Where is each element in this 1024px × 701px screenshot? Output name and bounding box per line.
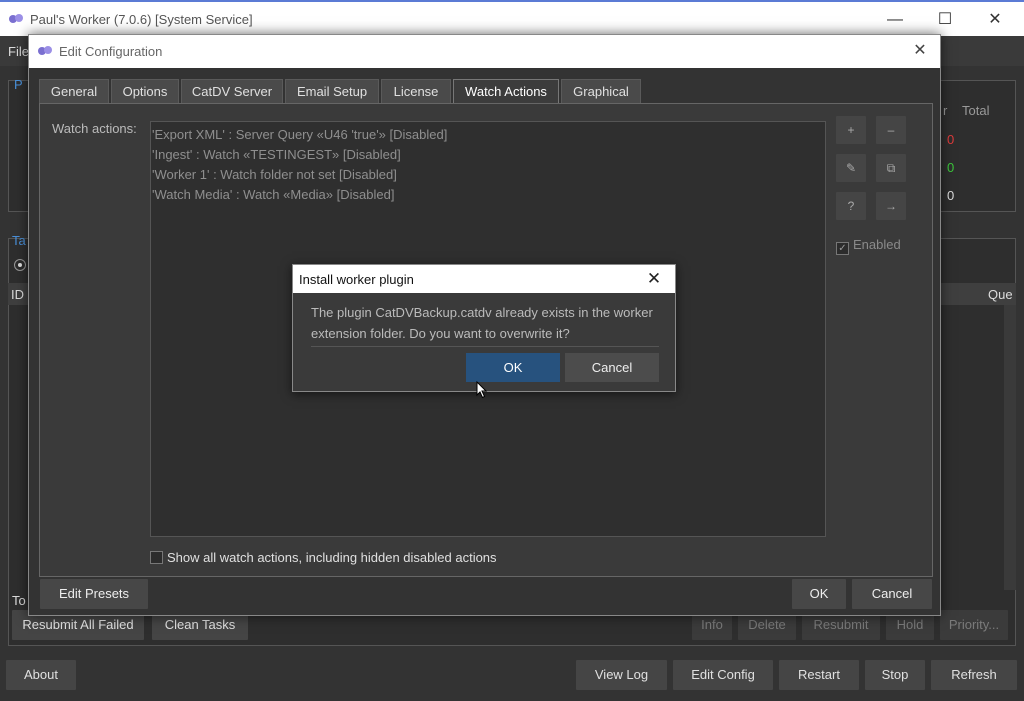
- tasks-radio[interactable]: [14, 259, 26, 271]
- config-cancel-button[interactable]: Cancel: [852, 579, 932, 609]
- success-count: 0: [947, 160, 955, 175]
- show-all-label: Show all watch actions, including hidden…: [167, 550, 497, 565]
- list-item[interactable]: 'Worker 1' : Watch folder not set [Disab…: [151, 165, 825, 185]
- tab-license[interactable]: License: [381, 79, 451, 104]
- priority-button[interactable]: Priority...: [940, 610, 1008, 640]
- tab-email-setup[interactable]: Email Setup: [285, 79, 379, 104]
- catdv-app-icon: [38, 46, 52, 55]
- install-dialog-message: The plugin CatDVBackup.catdv already exi…: [311, 305, 653, 341]
- about-button[interactable]: About: [6, 660, 76, 690]
- watch-actions-label: Watch actions:: [52, 121, 137, 136]
- tab-options[interactable]: Options: [111, 79, 179, 104]
- refresh-button[interactable]: Refresh: [931, 660, 1017, 690]
- main-window-titlebar: Paul's Worker (7.0.6) [System Service] —…: [0, 0, 1024, 36]
- minimize-button[interactable]: —: [872, 6, 918, 34]
- view-log-button[interactable]: View Log: [576, 660, 667, 690]
- config-ok-button[interactable]: OK: [792, 579, 846, 609]
- divider: [311, 346, 659, 347]
- edit-config-button[interactable]: Edit Config: [673, 660, 773, 690]
- install-plugin-dialog: Install worker plugin ✕ The plugin CatDV…: [292, 264, 676, 392]
- list-item[interactable]: 'Export XML' : Server Query «U46 'true'»…: [151, 125, 825, 145]
- tasks-panel-label: Ta: [12, 233, 26, 248]
- tab-general[interactable]: General: [39, 79, 109, 104]
- install-dialog-titlebar: Install worker plugin ✕: [293, 265, 675, 293]
- config-dialog-title: Edit Configuration: [59, 44, 163, 59]
- add-action-button[interactable]: +: [836, 116, 866, 144]
- list-item[interactable]: 'Ingest' : Watch «TESTINGEST» [Disabled]: [151, 145, 825, 165]
- column-header-queue: Que: [988, 287, 1013, 302]
- show-all-checkbox-row[interactable]: Show all watch actions, including hidden…: [150, 550, 497, 565]
- edit-action-button[interactable]: ✎: [836, 154, 866, 182]
- install-cancel-button[interactable]: Cancel: [565, 353, 659, 382]
- edit-presets-button[interactable]: Edit Presets: [40, 579, 148, 609]
- catdv-app-icon: [9, 14, 23, 23]
- install-dialog-title: Install worker plugin: [299, 272, 414, 287]
- config-dialog-titlebar: Edit Configuration ✕: [29, 35, 940, 68]
- maximize-button[interactable]: ☐: [922, 6, 968, 34]
- main-window-title: Paul's Worker (7.0.6) [System Service]: [30, 12, 253, 27]
- restart-button[interactable]: Restart: [779, 660, 859, 690]
- tasks-total-label: To: [12, 593, 26, 608]
- other-count: 0: [947, 188, 955, 203]
- close-window-button[interactable]: ✕: [972, 6, 1018, 34]
- menu-file[interactable]: File: [8, 44, 29, 59]
- mouse-cursor-icon: [476, 381, 488, 399]
- enabled-checkbox[interactable]: ✓: [836, 242, 849, 255]
- close-icon[interactable]: ✕: [908, 39, 932, 63]
- column-header-id: ID: [11, 287, 24, 302]
- list-item[interactable]: 'Watch Media' : Watch «Media» [Disabled]: [151, 185, 825, 205]
- show-all-checkbox[interactable]: [150, 551, 163, 564]
- move-action-button[interactable]: →: [876, 192, 906, 220]
- column-header-total: Total: [962, 103, 990, 118]
- remove-action-button[interactable]: –: [876, 116, 906, 144]
- status-panel-label: P: [14, 77, 23, 92]
- enabled-label: Enabled: [853, 237, 901, 252]
- enabled-checkbox-row[interactable]: ✓ Enabled: [836, 237, 901, 255]
- failed-count: 0: [947, 132, 955, 147]
- tasks-scrollbar[interactable]: [1004, 305, 1016, 590]
- column-header-r: r: [943, 103, 948, 118]
- install-ok-button[interactable]: OK: [466, 353, 560, 382]
- close-icon[interactable]: ✕: [643, 268, 665, 290]
- help-action-button[interactable]: ?: [836, 192, 866, 220]
- tab-catdv-server[interactable]: CatDV Server: [181, 79, 283, 104]
- tab-graphical[interactable]: Graphical: [561, 79, 641, 104]
- stop-button[interactable]: Stop: [865, 660, 925, 690]
- tab-watch-actions[interactable]: Watch Actions: [453, 79, 559, 105]
- duplicate-action-button[interactable]: ⧉: [876, 154, 906, 182]
